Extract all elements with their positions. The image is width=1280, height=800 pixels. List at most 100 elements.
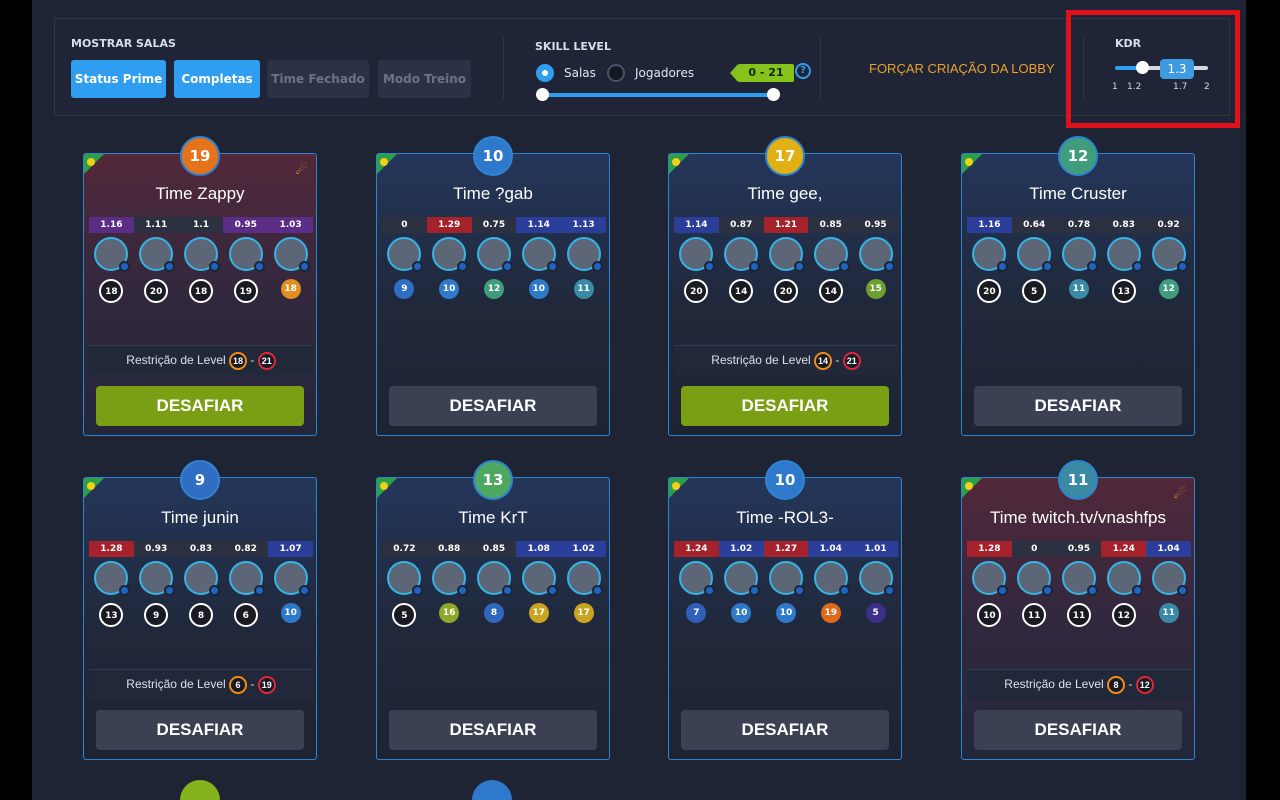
player-avatar[interactable] — [972, 237, 1009, 272]
player-slot[interactable]: 1.01 5 — [853, 541, 898, 669]
salas-radio-label[interactable]: Salas — [564, 66, 596, 80]
player-avatar[interactable] — [139, 237, 176, 272]
player-slot[interactable]: 1.1 18 — [178, 217, 224, 345]
player-avatar[interactable] — [273, 237, 310, 272]
player-slot[interactable]: 1.16 20 — [967, 217, 1012, 345]
challenge-button[interactable]: DESAFIAR — [389, 386, 597, 426]
player-slot[interactable]: 1.02 17 — [561, 541, 606, 669]
skill-slider-min-thumb[interactable] — [536, 88, 549, 101]
player-slot[interactable]: 1.24 12 — [1101, 541, 1147, 669]
player-avatar[interactable] — [1106, 561, 1143, 596]
player-slot[interactable]: 0.95 15 — [853, 217, 898, 345]
player-slot[interactable]: 1.02 10 — [718, 541, 764, 669]
player-avatar[interactable] — [1017, 237, 1054, 272]
player-avatar[interactable] — [521, 237, 558, 272]
player-slot[interactable]: 1.13 11 — [561, 217, 606, 345]
player-avatar[interactable] — [724, 237, 761, 272]
player-avatar[interactable] — [139, 561, 176, 596]
player-slot[interactable]: 1.16 18 — [89, 217, 134, 345]
player-avatar[interactable] — [768, 237, 805, 272]
player-slot[interactable]: 0.87 14 — [718, 217, 764, 345]
player-avatar[interactable] — [432, 237, 469, 272]
player-avatar[interactable] — [1151, 237, 1188, 272]
player-slot[interactable]: 0.93 9 — [133, 541, 179, 669]
player-slot[interactable]: 0.92 12 — [1146, 217, 1191, 345]
player-avatar[interactable] — [858, 237, 895, 272]
jogadores-radio-label[interactable]: Jogadores — [635, 66, 694, 80]
player-slot[interactable]: 1.03 18 — [268, 217, 313, 345]
player-avatar[interactable] — [387, 561, 424, 596]
player-avatar[interactable] — [94, 237, 131, 272]
player-slot[interactable]: 0.95 19 — [223, 217, 269, 345]
player-avatar[interactable] — [228, 561, 265, 596]
player-slot[interactable]: 0.85 8 — [471, 541, 517, 669]
player-slot[interactable]: 1.28 10 — [967, 541, 1012, 669]
challenge-button[interactable]: DESAFIAR — [974, 710, 1182, 750]
challenge-button[interactable]: DESAFIAR — [96, 710, 304, 750]
player-slot[interactable]: 0.64 5 — [1011, 217, 1057, 345]
salas-radio[interactable] — [536, 64, 554, 82]
player-slot[interactable]: 0.88 16 — [426, 541, 472, 669]
player-slot[interactable]: 0.72 5 — [382, 541, 427, 669]
player-slot[interactable]: 1.14 10 — [516, 217, 562, 345]
player-avatar[interactable] — [521, 561, 558, 596]
player-slot[interactable]: 0.83 13 — [1101, 217, 1147, 345]
filter-status-prime-button[interactable]: Status Prime — [71, 60, 166, 98]
player-slot[interactable]: 1.11 20 — [133, 217, 179, 345]
player-avatar[interactable] — [476, 561, 513, 596]
player-slot[interactable]: 0.85 14 — [808, 217, 854, 345]
force-lobby-link[interactable]: FORÇAR CRIAÇÃO DA LOBBY — [869, 61, 1055, 76]
player-slot[interactable]: 0 11 — [1011, 541, 1057, 669]
player-slot[interactable]: 1.04 19 — [808, 541, 854, 669]
challenge-button[interactable]: DESAFIAR — [681, 386, 889, 426]
player-avatar[interactable] — [813, 237, 850, 272]
player-avatar[interactable] — [1151, 561, 1188, 596]
filter-closed-team-button[interactable]: Time Fechado — [267, 60, 369, 98]
player-slot[interactable]: 1.21 20 — [763, 217, 809, 345]
player-avatar[interactable] — [228, 237, 265, 272]
player-avatar[interactable] — [768, 561, 805, 596]
player-avatar[interactable] — [1061, 237, 1098, 272]
player-slot[interactable]: 1.14 20 — [674, 217, 719, 345]
player-avatar[interactable] — [1106, 237, 1143, 272]
player-avatar[interactable] — [432, 561, 469, 596]
player-avatar[interactable] — [813, 561, 850, 596]
player-avatar[interactable] — [387, 237, 424, 272]
player-slot[interactable]: 0.82 6 — [223, 541, 269, 669]
skill-slider-track[interactable] — [542, 93, 774, 97]
filter-training-mode-button[interactable]: Modo Treino — [378, 60, 471, 98]
player-avatar[interactable] — [679, 237, 716, 272]
player-slot[interactable]: 1.08 17 — [516, 541, 562, 669]
player-avatar[interactable] — [972, 561, 1009, 596]
player-slot[interactable]: 1.27 10 — [763, 541, 809, 669]
player-avatar[interactable] — [724, 561, 761, 596]
player-avatar[interactable] — [273, 561, 310, 596]
filter-complete-button[interactable]: Completas — [174, 60, 260, 98]
player-slot[interactable]: 0.95 11 — [1056, 541, 1102, 669]
player-slot[interactable]: 09 — [382, 217, 427, 345]
player-slot[interactable]: 0.78 11 — [1056, 217, 1102, 345]
challenge-button[interactable]: DESAFIAR — [389, 710, 597, 750]
player-slot[interactable]: 1.28 13 — [89, 541, 134, 669]
player-slot[interactable]: 1.04 11 — [1146, 541, 1191, 669]
jogadores-radio[interactable] — [607, 64, 625, 82]
skill-slider-max-thumb[interactable] — [767, 88, 780, 101]
player-avatar[interactable] — [858, 561, 895, 596]
challenge-button[interactable]: DESAFIAR — [681, 710, 889, 750]
player-avatar[interactable] — [1017, 561, 1054, 596]
player-avatar[interactable] — [1061, 561, 1098, 596]
player-avatar[interactable] — [94, 561, 131, 596]
help-icon[interactable]: ? — [795, 63, 811, 79]
player-slot[interactable]: 1.07 10 — [268, 541, 313, 669]
player-avatar[interactable] — [183, 561, 220, 596]
player-avatar[interactable] — [679, 561, 716, 596]
player-avatar[interactable] — [566, 237, 603, 272]
player-slot[interactable]: 0.83 8 — [178, 541, 224, 669]
player-slot[interactable]: 1.29 10 — [426, 217, 472, 345]
challenge-button[interactable]: DESAFIAR — [96, 386, 304, 426]
player-slot[interactable]: 1.24 7 — [674, 541, 719, 669]
player-avatar[interactable] — [566, 561, 603, 596]
player-slot[interactable]: 0.75 12 — [471, 217, 517, 345]
challenge-button[interactable]: DESAFIAR — [974, 386, 1182, 426]
player-avatar[interactable] — [476, 237, 513, 272]
